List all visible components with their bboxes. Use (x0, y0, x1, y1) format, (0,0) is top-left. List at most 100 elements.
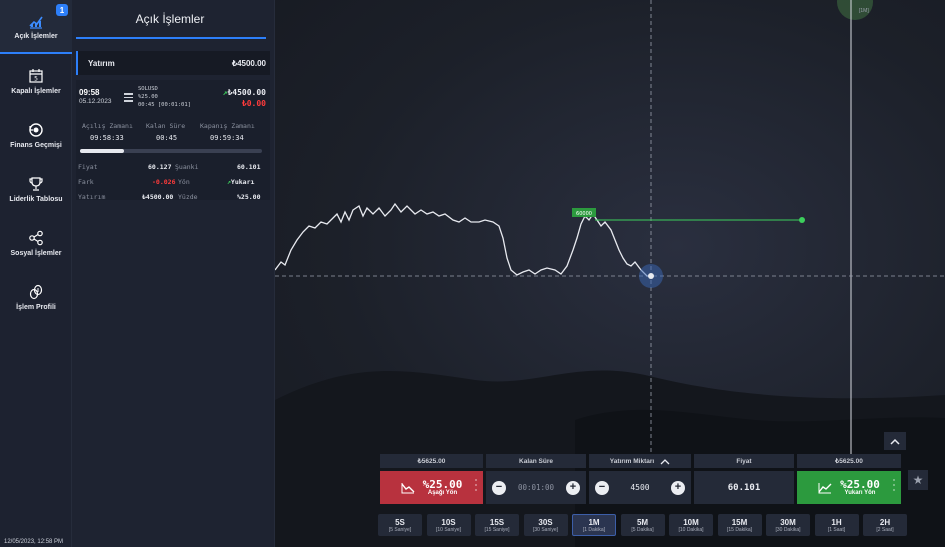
timeframe-label: 5S (395, 517, 405, 527)
order-bar: ₺5625.00 %25.00 Aşağı Yön Kalan Süre − 0… (380, 454, 901, 509)
direction-value: Yukarı (230, 178, 255, 186)
trade-amount: ₺4500.00 (227, 88, 266, 97)
time-plus-button[interactable]: + (566, 480, 580, 495)
remaining-label: Kalan Süre (146, 122, 186, 130)
timeframe-label: 15M (731, 517, 748, 527)
timeframe-sublabel: [10 Saniye] (435, 526, 462, 533)
current-label: Şuanki (175, 163, 199, 171)
direction-value-block: ↗Yukarı (227, 178, 254, 186)
timeframe-15s[interactable]: 15S [15 Saniye] (475, 514, 519, 536)
timeframe-30m[interactable]: 30M [30 Dakika] (766, 514, 810, 536)
menu-icon (124, 93, 133, 102)
more-icon (475, 479, 477, 494)
up-label: Yukarı Yön (844, 490, 876, 496)
nav-trade-profile-label: İşlem Profili (16, 303, 56, 311)
timeframe-sublabel: [30 Dakika] (775, 526, 801, 533)
up-pct: %25.00 (840, 478, 880, 491)
more-icon (893, 479, 895, 494)
timeframe-1h[interactable]: 1H [1 Saat] (814, 514, 859, 536)
timeframe-sublabel: [15 Dakika] (726, 526, 752, 533)
close-time: 09:59:34 (210, 134, 244, 142)
invest-value: ₺4500.00 (142, 193, 174, 201)
trade-date: 05.12.2023 (79, 98, 112, 105)
timeframe-1m[interactable]: 1M [1 Dakika] (572, 514, 616, 536)
pct-label: Yüzde (178, 193, 198, 201)
investment-label: Yatırım (88, 58, 115, 68)
chevron-up-icon[interactable] (660, 458, 670, 465)
timeframe-label: 30S (538, 517, 553, 527)
open-trades-badge: 1 (56, 4, 68, 16)
share-icon (29, 230, 43, 245)
nav-leaderboard-label: Liderlik Tablosu (9, 195, 63, 203)
panel-title-underline (76, 37, 266, 39)
left-nav: Açık İşlemler 1 5 Kapalı İşlemler Finans… (0, 0, 72, 547)
star-icon[interactable]: ★ (908, 470, 928, 490)
coins-icon (29, 284, 43, 299)
entry-tag: 60000 (576, 211, 592, 217)
sell-button[interactable]: %25.00 Aşağı Yön (380, 471, 483, 504)
price-head: Fiyat (694, 454, 794, 468)
amount-value[interactable]: 4500 (630, 483, 649, 492)
timeframe-15m[interactable]: 15M [15 Dakika] (717, 514, 762, 536)
buy-button[interactable]: %25.00 Yukarı Yön (797, 471, 901, 504)
amount-minus-button[interactable]: − (595, 480, 609, 495)
price-value: 60.127 (148, 163, 172, 171)
invest-label: Yatırım (78, 193, 106, 201)
timeframe-2h[interactable]: 2H [2 Saat] (863, 514, 907, 536)
time-stepper: − 00:01:00 + (486, 471, 586, 504)
timeframe-10m[interactable]: 10M [10 Dakika] (669, 514, 713, 536)
trade-symbol: SOLUSD (138, 86, 158, 92)
amount-stepper: − 4500 + (589, 471, 691, 504)
timeframe-label: 10S (441, 517, 456, 527)
investment-summary: Yatırım ₺4500.00 (76, 51, 270, 75)
nav-closed-trades[interactable]: 5 Kapalı İşlemler (0, 54, 72, 108)
timeframe-tag: [1M] (859, 8, 869, 14)
trade-timer: 00:45 [00:01:01] (138, 102, 191, 108)
trade-card[interactable]: 09:58 05.12.2023 SOLUSD %25.00 00:45 [00… (76, 80, 270, 201)
trend-down-icon (401, 482, 415, 493)
time-head: Kalan Süre (486, 454, 586, 468)
timeframe-sublabel: [5 Saniye] (388, 526, 412, 533)
diff-label: Fark (78, 178, 94, 186)
nav-leaderboard[interactable]: Liderlik Tablosu (0, 162, 72, 216)
timeframe-sublabel: [10 Dakika] (678, 526, 704, 533)
timeframe-30s[interactable]: 30S [30 Saniye] (523, 514, 568, 536)
nav-finance-history[interactable]: Finans Geçmişi (0, 108, 72, 162)
time-progress-fill (80, 149, 124, 153)
price-label: Fiyat (78, 163, 98, 171)
diff-value: -0.026 (152, 178, 176, 186)
timeframe-label: 1M (588, 517, 600, 527)
timeframe-sublabel: [2 Saat] (876, 526, 894, 533)
timeframe-10s[interactable]: 10S [10 Saniye] (426, 514, 471, 536)
timeframe-5m[interactable]: 5M [5 Dakika] (620, 514, 665, 536)
timeframe-label: 5M (636, 517, 649, 527)
nav-open-trades-label: Açık İşlemler (14, 32, 58, 40)
timeframe-label: 2H (879, 517, 891, 527)
time-progress-bar (80, 149, 262, 153)
timeframe-sublabel: [1 Saat] (827, 526, 846, 533)
chart-up-icon (29, 16, 43, 29)
price-box: 60.101 (694, 471, 794, 504)
down-pct: %25.00 (422, 478, 463, 491)
amount-plus-button[interactable]: + (670, 480, 685, 495)
open-time-label: Açılış Zamanı (82, 122, 133, 130)
nav-social-trades[interactable]: Sosyal İşlemler (0, 216, 72, 270)
chevron-up-icon[interactable] (884, 432, 906, 450)
svg-text:5: 5 (34, 75, 38, 82)
time-minus-button[interactable]: − (492, 480, 506, 495)
down-payout-head: ₺5625.00 (380, 454, 483, 468)
trophy-icon (29, 176, 43, 191)
up-payout-head: ₺5625.00 (797, 454, 901, 468)
nav-trade-profile[interactable]: İşlem Profili (0, 270, 72, 324)
current-price-dot (648, 273, 654, 279)
down-label: Aşağı Yön (427, 490, 458, 496)
timeframe-5s[interactable]: 5S [5 Saniye] (378, 514, 422, 536)
trade-amount-block: ↗₺4500.00 (223, 88, 266, 97)
investment-value: ₺4500.00 (231, 58, 266, 68)
panel-title: Açık İşlemler (135, 12, 205, 26)
amount-head: Yatırım Miktarı (609, 457, 655, 465)
timeframe-sublabel: [30 Saniye] (532, 526, 559, 533)
timeframe-selector: 5S [5 Saniye] 10S [10 Saniye] 15S [15 Saniye]… (378, 514, 907, 536)
pct-value: %25.00 (237, 193, 261, 201)
calendar-icon: 5 (29, 68, 43, 83)
